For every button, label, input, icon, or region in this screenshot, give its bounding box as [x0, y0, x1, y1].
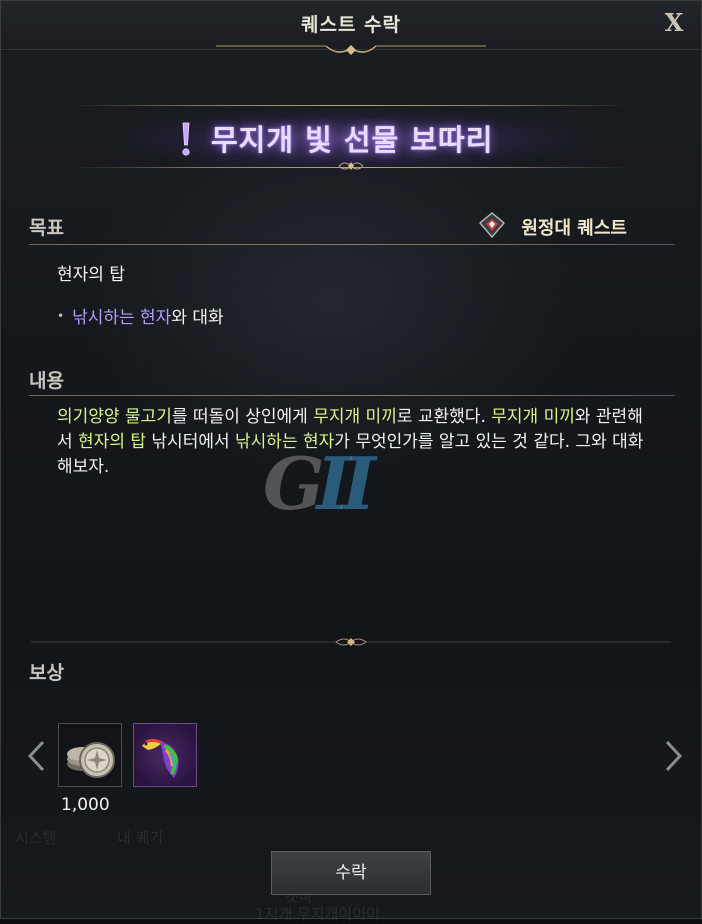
quest-name-banner: 무지개 빛 선물 보따리 — [41, 97, 661, 177]
banner-top-line — [71, 105, 631, 106]
accept-button[interactable]: 수락 — [271, 851, 431, 895]
divider-ornament-icon — [31, 638, 671, 646]
desc-segment: 무지개 미끼 — [491, 407, 575, 427]
desc-segment: 무지개 미끼 — [313, 407, 397, 427]
next-arrow-icon[interactable] — [661, 739, 685, 773]
objective-rule — [29, 244, 675, 245]
content-header: 내용 — [29, 370, 64, 392]
desc-segment: 를 떠돌이 상인에게 — [171, 407, 314, 427]
objective-item-suffix: 와 대화 — [171, 308, 224, 328]
banner-gem-icon — [339, 162, 363, 170]
close-button[interactable]: X — [661, 9, 687, 37]
quest-accept-window: 퀘스트 수락 X 무지개 빛 선물 보따리 목표 원정대 퀘스트 현자의 탑 •… — [0, 0, 702, 923]
previous-arrow-icon[interactable] — [25, 739, 49, 773]
silver-coins-icon — [67, 742, 115, 778]
desc-segment: 낚시터에서 — [146, 432, 236, 452]
quest-type-label: 원정대 퀘스트 — [521, 218, 627, 239]
expedition-quest-icon — [479, 212, 505, 239]
desc-segment: 의기양양 물고기 — [57, 407, 172, 427]
reward-slot-silver[interactable] — [58, 723, 122, 787]
rewards-header: 보상 — [29, 662, 64, 684]
bullet: • — [57, 309, 65, 323]
watermark: GII — [263, 441, 376, 526]
reward-slot-fish[interactable] — [133, 723, 197, 787]
title-ornament-icon — [216, 45, 486, 55]
desc-segment: 현자의 탑 — [78, 432, 147, 452]
background-text: 내 퀘기 — [117, 829, 164, 847]
background-text: 시스템 — [15, 829, 57, 847]
objective-item: • 낚시하는 현자와 대화 — [57, 303, 224, 328]
objective-location: 현자의 탑 — [57, 265, 125, 285]
quest-name: 무지개 빛 선물 보따리 — [211, 123, 494, 157]
objective-header: 목표 — [29, 217, 64, 239]
reward-count: 1,000 — [61, 795, 110, 815]
content-rule — [29, 395, 675, 396]
rainbow-fish-icon — [142, 738, 179, 778]
exclamation-icon — [182, 122, 190, 156]
background-text: 1지개 무지개이이이 — [255, 905, 380, 923]
desc-segment: 로 교환했다. — [396, 407, 492, 427]
window-title: 퀘스트 수락 — [300, 14, 401, 36]
objective-npc-name[interactable]: 낚시하는 현자 — [72, 308, 171, 328]
